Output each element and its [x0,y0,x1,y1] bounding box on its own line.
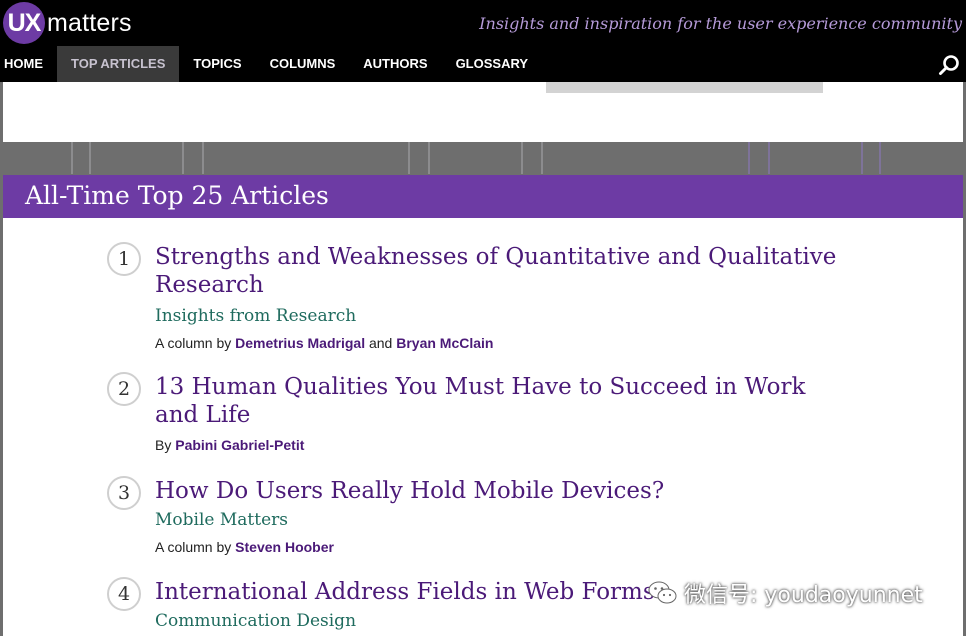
watermark: 微信号: youdaoyunnet [648,577,923,609]
section-title: All-Time Top 25 Articles [25,181,329,210]
column-link[interactable]: Communication Design [155,611,356,631]
byline-joiner: and [368,335,393,351]
nav-glossary[interactable]: GLOSSARY [442,46,542,82]
byline: A column by Steven Hoober [155,539,334,555]
rank-badge: 4 [107,577,141,611]
main-nav: HOME TOP ARTICLES TOPICS COLUMNS AUTHORS… [0,46,966,82]
decorative-band [0,142,966,174]
rank-badge: 3 [107,476,141,510]
author-link[interactable]: Pabini Gabriel-Petit [175,437,304,453]
byline-prefix: A column by [155,539,232,555]
nav-topics[interactable]: TOPICS [179,46,255,82]
logo-word: matters [47,8,132,37]
section-header: All-Time Top 25 Articles [3,175,963,218]
banner-area [3,82,963,142]
column-link[interactable]: Insights from Research [155,306,356,326]
author-link[interactable]: Steven Hoober [235,539,334,555]
logo-mark: UX [3,2,45,44]
author-link[interactable]: Bryan McClain [396,335,493,351]
site-tagline: Insights and inspiration for the user ex… [479,14,962,33]
watermark-text: 微信号: youdaoyunnet [684,583,923,608]
nav-top-articles[interactable]: TOP ARTICLES [57,46,180,82]
search-icon[interactable] [938,54,960,76]
article-title-link[interactable]: 13 Human Qualities You Must Have to Succ… [155,373,855,429]
site-logo[interactable]: UX matters [3,2,132,44]
rank-badge: 2 [107,372,141,406]
author-link[interactable]: Demetrius Madrigal [235,335,365,351]
byline: A column by Demetrius Madrigal and Bryan… [155,335,493,351]
article-title-link[interactable]: Strengths and Weaknesses of Quantitative… [155,243,855,299]
column-link[interactable]: Mobile Matters [155,510,288,530]
wechat-icon [648,581,677,604]
byline-prefix: A column by [155,335,232,351]
nav-home[interactable]: HOME [0,46,57,82]
article-title-link[interactable]: How Do Users Really Hold Mobile Devices? [155,477,855,505]
nav-authors[interactable]: AUTHORS [349,46,441,82]
banner-placeholder [546,82,823,93]
article-list: 1 Strengths and Weaknesses of Quantitati… [3,218,963,636]
byline-prefix: By [155,437,172,453]
site-header: UX matters Insights and inspiration for … [0,0,966,46]
band-lines [71,142,881,174]
byline: By Pabini Gabriel-Petit [155,437,304,453]
nav-columns[interactable]: COLUMNS [256,46,350,82]
rank-badge: 1 [107,242,141,276]
